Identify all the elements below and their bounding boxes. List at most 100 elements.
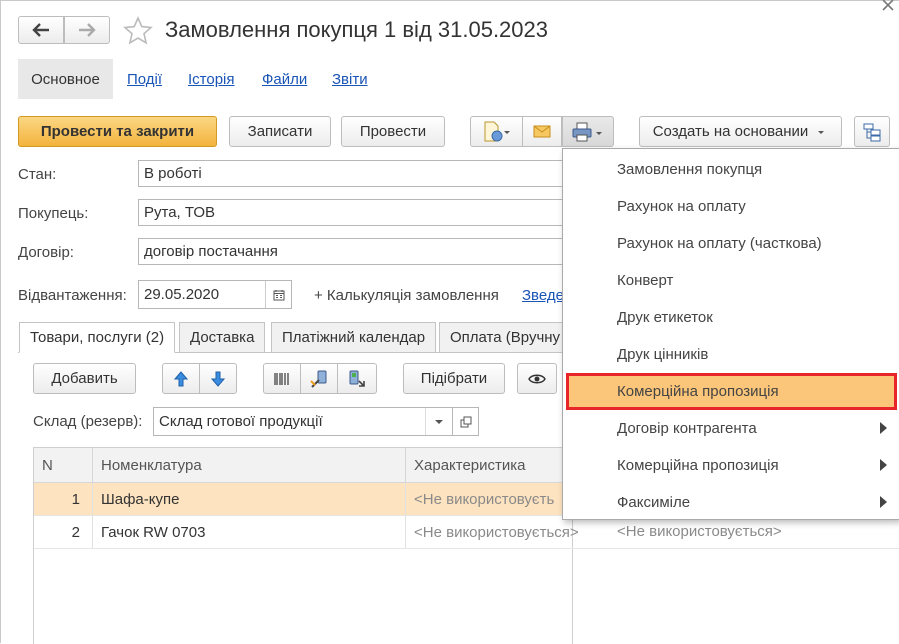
terminal-button[interactable] <box>337 363 377 394</box>
goods-table: N Номенклатура Характеристика 1 Шафа-куп… <box>33 447 579 644</box>
move-down-button[interactable] <box>199 363 237 394</box>
contract-field[interactable]: договір постачання <box>138 238 568 265</box>
scanner-icon <box>310 370 327 388</box>
calendar-icon <box>273 289 284 300</box>
menu-item-order[interactable]: Замовлення покупця <box>563 151 899 188</box>
arrow-right-icon <box>79 23 96 37</box>
menu-item-label: Друк етикеток <box>617 309 713 326</box>
menu-item-commercial-offer[interactable]: Комерційна пропозиція <box>566 373 897 410</box>
row-extra-value: <Не використовується> <box>617 523 782 540</box>
customer-field[interactable]: Рута, ТОВ <box>138 199 568 226</box>
tab-files[interactable]: Файли <box>262 71 307 88</box>
menu-item-label: Замовлення покупця <box>617 161 763 178</box>
post-button[interactable]: Провести <box>341 116 445 147</box>
barcode-button[interactable] <box>263 363 301 394</box>
menu-item-label: Конверт <box>617 272 674 289</box>
state-label: Стан: <box>18 166 57 183</box>
warehouse-open-button[interactable] <box>453 407 479 436</box>
document-add-icon <box>484 121 510 141</box>
menu-item-label: Комерційна пропозиція <box>617 457 779 474</box>
warehouse-field[interactable]: Склад готової продукції <box>153 407 453 436</box>
tab-history[interactable]: Історія <box>188 71 235 88</box>
column-header-n[interactable]: N <box>34 448 93 483</box>
tab-events[interactable]: Події <box>127 71 162 88</box>
page-title: Замовлення покупця 1 від 31.05.2023 <box>165 17 549 42</box>
row-item: Шафа-купе <box>93 483 406 516</box>
add-row-button[interactable]: Добавить <box>33 363 136 394</box>
print-menu: Замовлення покупця Рахунок на оплату Рах… <box>562 148 899 520</box>
hierarchy-icon <box>863 123 881 141</box>
back-button[interactable] <box>18 16 64 44</box>
table-extra-line <box>573 548 899 549</box>
attach-file-button[interactable] <box>470 116 523 147</box>
menu-item-label: Рахунок на оплату (часткова) <box>617 235 822 252</box>
move-up-button[interactable] <box>162 363 200 394</box>
save-button[interactable]: Записати <box>229 116 331 147</box>
customer-label: Покупець: <box>18 205 89 222</box>
warehouse-label: Склад (резерв): <box>33 413 143 430</box>
tab-reports[interactable]: Звіти <box>332 71 368 88</box>
column-header-characteristic[interactable]: Характеристика <box>406 448 574 483</box>
send-email-button[interactable] <box>522 116 562 147</box>
calculation-link[interactable]: + Калькуляція замовлення <box>314 287 499 304</box>
tab-payment-manual[interactable]: Оплата (Вручну <box>439 322 569 353</box>
menu-item-labels[interactable]: Друк етикеток <box>563 299 899 336</box>
view-button[interactable] <box>517 363 557 394</box>
calendar-button[interactable] <box>265 281 291 308</box>
menu-item-commercial-offer-sub[interactable]: Комерційна пропозиція <box>563 447 899 484</box>
row-characteristic: <Не використовується> <box>414 524 579 541</box>
menu-item-label: Друк цінників <box>617 346 709 363</box>
structure-button[interactable] <box>854 116 890 147</box>
pick-items-button[interactable]: Підібрати <box>403 363 505 394</box>
document-window: Замовлення покупця 1 від 31.05.2023 Осно… <box>0 0 899 644</box>
menu-item-facsimile[interactable]: Факсиміле <box>563 484 899 521</box>
create-based-on-button[interactable]: Создать на основании <box>639 116 842 147</box>
data-terminal-icon <box>349 370 365 387</box>
create-based-on-label: Создать на основании <box>652 123 809 140</box>
shipment-label: Відвантаження: <box>18 287 127 304</box>
close-icon[interactable] <box>880 0 896 13</box>
menu-item-contract[interactable]: Договір контрагента <box>563 410 899 447</box>
menu-item-invoice-partial[interactable]: Рахунок на оплату (часткова) <box>563 225 899 262</box>
warehouse-dropdown-button[interactable] <box>425 408 452 435</box>
favorite-star-icon[interactable] <box>123 16 153 45</box>
print-button[interactable] <box>562 116 614 147</box>
chevron-down-icon <box>435 419 443 424</box>
open-window-icon <box>460 416 471 427</box>
envelope-icon <box>533 125 551 138</box>
row-item: Гачок RW 0703 <box>93 516 406 549</box>
arrow-down-icon <box>211 371 225 387</box>
submenu-arrow-icon <box>880 422 887 434</box>
eye-icon <box>528 374 546 383</box>
tab-main[interactable]: Основное <box>18 59 113 99</box>
row-characteristic: <Не використовуєть <box>414 491 555 508</box>
printer-icon <box>572 122 602 141</box>
menu-item-label: Комерційна пропозиція <box>617 383 779 400</box>
submenu-arrow-icon <box>880 459 887 471</box>
forward-button[interactable] <box>64 16 110 44</box>
row-number: 1 <box>34 483 93 516</box>
arrow-left-icon <box>32 23 49 37</box>
tab-goods-services[interactable]: Товари, послуги (2) <box>19 322 176 353</box>
summary-link[interactable]: Зведе <box>522 287 564 304</box>
contract-label: Договір: <box>18 244 74 261</box>
menu-item-price-tags[interactable]: Друк цінників <box>563 336 899 373</box>
barcode-icon <box>274 372 289 385</box>
menu-item-label: Факсиміле <box>617 494 691 511</box>
arrow-up-icon <box>174 370 188 386</box>
state-field[interactable]: В роботі <box>138 160 568 187</box>
menu-item-label: Договір контрагента <box>617 420 757 437</box>
post-and-close-button[interactable]: Провести та закрити <box>18 116 217 147</box>
table-row[interactable]: 1 Шафа-купе <Не використовуєть <box>34 483 574 516</box>
scanner-button[interactable] <box>300 363 338 394</box>
menu-item-label: Рахунок на оплату <box>617 198 746 215</box>
submenu-arrow-icon <box>880 496 887 508</box>
tab-delivery[interactable]: Доставка <box>179 322 266 353</box>
table-row[interactable]: 2 Гачок RW 0703 <Не використовується> <box>34 516 579 549</box>
chevron-down-icon <box>818 130 825 134</box>
row-number: 2 <box>34 516 93 549</box>
menu-item-invoice[interactable]: Рахунок на оплату <box>563 188 899 225</box>
tab-payment-calendar[interactable]: Платіжний календар <box>271 322 437 353</box>
menu-item-envelope[interactable]: Конверт <box>563 262 899 299</box>
column-header-item[interactable]: Номенклатура <box>93 448 406 483</box>
